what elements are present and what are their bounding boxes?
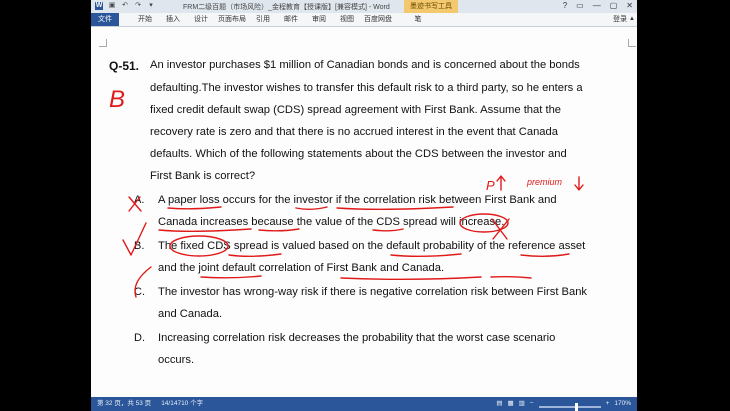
- document-area[interactable]: Q-51. An investor purchases $1 million o…: [91, 27, 637, 397]
- zoom-out-icon[interactable]: −: [530, 397, 534, 411]
- option-d-line: Increasing correlation risk decreases th…: [158, 332, 556, 344]
- window-title: FRM二级百题（市场风险）_金程教育【授课版】[兼容模式] - Word: [183, 4, 390, 11]
- option-a-line: A paper loss occurs for the investor if …: [158, 194, 557, 206]
- ribbon-tabs: 文件 开始 插入 设计 页面布局 引用 邮件 审阅 视图 百度网盘 笔 登录 ▲: [91, 13, 637, 27]
- question-stem-line: An investor purchases $1 million of Cana…: [150, 59, 580, 71]
- option-a-line: Canada increases because the value of th…: [158, 216, 505, 228]
- word-logo-icon: W: [95, 2, 103, 10]
- word-window: W ▣ ↶ ↷ ▾ FRM二级百题（市场风险）_金程教育【授课版】[兼容模式] …: [91, 0, 637, 411]
- option-c-line: and Canada.: [158, 308, 223, 320]
- handwritten-note-p: P: [486, 178, 495, 193]
- zoom-in-icon[interactable]: +: [606, 397, 610, 411]
- tab-view[interactable]: 视图: [333, 13, 361, 26]
- handwritten-answer: B: [109, 86, 125, 113]
- tab-file[interactable]: 文件: [91, 13, 119, 26]
- arrow-up-icon: [496, 175, 506, 191]
- title-bar: W ▣ ↶ ↷ ▾ FRM二级百题（市场风险）_金程教育【授课版】[兼容模式] …: [91, 0, 637, 13]
- web-layout-icon[interactable]: ▥: [519, 397, 525, 411]
- redo-icon[interactable]: ↷: [134, 2, 142, 10]
- tab-ink-tools[interactable]: 墨迹书写工具: [404, 0, 458, 13]
- option-d-line: occurs.: [158, 354, 195, 366]
- window-controls: ? ▭ — ▢ ✕: [563, 1, 633, 10]
- undo-icon[interactable]: ↶: [121, 2, 129, 10]
- tab-baidu-netdisk[interactable]: 百度网盘: [361, 13, 395, 26]
- question-stem-line: First Bank is correct?: [150, 170, 256, 182]
- maximize-icon[interactable]: ▢: [610, 1, 618, 10]
- page-corner-mark: [628, 39, 636, 47]
- handwritten-note-premium: premium: [526, 177, 563, 187]
- quick-access-toolbar: W ▣ ↶ ↷ ▾: [95, 2, 155, 10]
- collapse-ribbon-icon[interactable]: ▲: [629, 13, 635, 26]
- read-mode-icon[interactable]: ▤: [496, 397, 502, 411]
- login-link[interactable]: 登录: [613, 13, 627, 26]
- question-stem-line: defaults. Which of the following stateme…: [150, 148, 567, 160]
- page-count[interactable]: 第 32 页，共 53 页: [97, 397, 151, 411]
- tab-insert[interactable]: 插入: [159, 13, 187, 26]
- tab-mailings[interactable]: 邮件: [277, 13, 305, 26]
- help-icon[interactable]: ?: [563, 1, 567, 10]
- minimize-icon[interactable]: —: [593, 1, 601, 10]
- print-layout-icon[interactable]: ▦: [507, 397, 513, 411]
- page-corner-mark: [99, 39, 107, 47]
- option-b-line: The fixed CDS spread is valued based on …: [158, 240, 586, 252]
- customize-toolbar-icon[interactable]: ▾: [147, 2, 155, 10]
- option-d-letter: D.: [134, 332, 145, 344]
- tab-pen[interactable]: 笔: [395, 13, 441, 26]
- option-c-letter: C.: [134, 286, 145, 298]
- close-icon[interactable]: ✕: [626, 1, 633, 10]
- question-stem-line: recovery rate is zero and that there is …: [150, 126, 558, 138]
- option-b-line: and the joint default correlation of Fir…: [158, 262, 445, 274]
- ribbon-display-icon[interactable]: ▭: [576, 1, 584, 10]
- zoom-slider-thumb[interactable]: [574, 403, 578, 411]
- tab-home[interactable]: 开始: [131, 13, 159, 26]
- question-number: Q-51.: [109, 59, 140, 73]
- question-stem-line: fixed credit default swap (CDS) spread a…: [150, 104, 562, 116]
- question-stem-line: defaulting.The investor wishes to transf…: [150, 82, 583, 94]
- option-a-letter: A.: [134, 194, 145, 206]
- option-b-letter: B.: [134, 240, 145, 252]
- tab-design[interactable]: 设计: [187, 13, 215, 26]
- zoom-slider[interactable]: [538, 403, 601, 411]
- option-c-line: The investor has wrong-way risk if there…: [158, 286, 588, 298]
- arrow-down-icon: [574, 176, 584, 191]
- tab-layout[interactable]: 页面布局: [215, 13, 249, 26]
- tab-references[interactable]: 引用: [249, 13, 277, 26]
- zoom-level[interactable]: 170%: [614, 397, 631, 411]
- word-count[interactable]: 14/14710 个字: [161, 397, 203, 411]
- status-bar: 第 32 页，共 53 页 14/14710 个字 ▤ ▦ ▥ − + 170%: [91, 397, 637, 411]
- tab-review[interactable]: 审阅: [305, 13, 333, 26]
- save-icon[interactable]: ▣: [108, 2, 116, 10]
